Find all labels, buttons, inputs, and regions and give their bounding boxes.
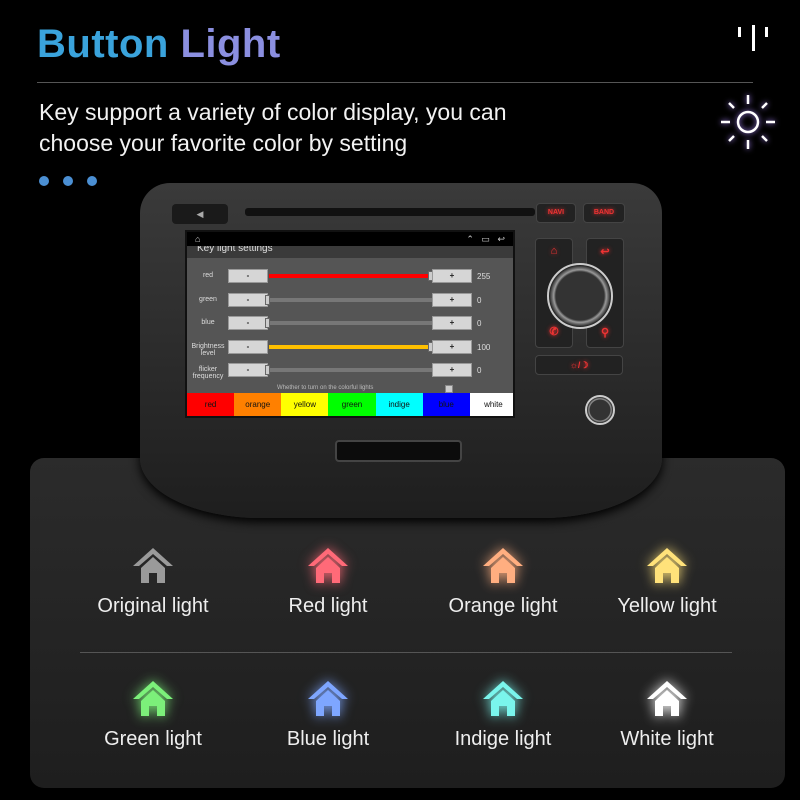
- light-label: Indige light: [454, 728, 552, 750]
- increase-button[interactable]: +: [432, 339, 472, 354]
- setting-value: 255: [477, 272, 491, 281]
- setting-slider[interactable]: [265, 318, 432, 328]
- navi-button[interactable]: NAVI: [536, 203, 576, 223]
- control-knob[interactable]: [547, 263, 613, 329]
- header-divider: [37, 82, 753, 83]
- house-icon: [308, 548, 348, 583]
- setting-row-0: red - + 255: [187, 268, 513, 284]
- light-label: Yellow light: [617, 595, 717, 617]
- setting-slider[interactable]: [265, 294, 432, 305]
- slider-fill: [269, 344, 432, 349]
- house-icon: [647, 548, 687, 583]
- setting-value: 100: [477, 342, 491, 352]
- decrease-button[interactable]: -: [228, 292, 268, 307]
- color-preset-yellow[interactable]: yellow: [281, 393, 329, 416]
- colorful-lights-hint: Whether to turn on the colorful lights: [277, 385, 374, 391]
- decrease-button[interactable]: -: [228, 339, 268, 354]
- color-preset-red[interactable]: red: [187, 393, 235, 416]
- color-presets: red orange yellow green indige blue white: [187, 393, 513, 416]
- light-option: Indige light: [418, 678, 588, 751]
- brand-logo-icon: [738, 25, 768, 51]
- color-preset-green[interactable]: green: [328, 393, 376, 416]
- light-label: Original light: [97, 595, 209, 617]
- setting-label: red: [202, 272, 214, 279]
- house-icon: [647, 681, 687, 716]
- volume-knob[interactable]: [585, 395, 615, 425]
- setting-label: flicker frequency: [192, 366, 224, 380]
- sun-icon: [721, 95, 775, 149]
- light-label: Blue light: [286, 728, 370, 750]
- pagination-dots: [39, 176, 97, 186]
- light-label: Green light: [104, 728, 202, 750]
- color-preset-white[interactable]: white: [469, 393, 513, 416]
- band-button[interactable]: BAND: [583, 203, 625, 223]
- home-icon[interactable]: ⌂: [195, 234, 200, 244]
- screen: ⌂ ⌃ ▭ ↩ Key light settings red - + 255 gre…: [185, 230, 515, 418]
- light-option: Orange light: [418, 545, 588, 618]
- setting-row-3: Brightness level - + 100: [187, 339, 513, 357]
- setting-row-2: blue - + 0: [187, 315, 513, 331]
- house-icon: [483, 681, 523, 716]
- decrease-button[interactable]: -: [228, 269, 268, 283]
- light-option: Red light: [243, 545, 413, 618]
- setting-slider[interactable]: [265, 365, 432, 375]
- setting-slider[interactable]: [269, 271, 433, 281]
- screen-title: Key light settings: [187, 246, 513, 258]
- setting-value: 0: [477, 295, 482, 305]
- light-label: Orange light: [448, 595, 558, 617]
- air-vent: [335, 440, 462, 462]
- setting-row-4: flicker frequency - + 0: [187, 362, 513, 380]
- setting-label: blue: [201, 319, 215, 326]
- decrease-button[interactable]: -: [228, 316, 268, 330]
- increase-button[interactable]: +: [432, 363, 472, 377]
- slider-thumb[interactable]: [265, 318, 270, 328]
- light-option: Original light: [68, 545, 238, 618]
- back-icon[interactable]: ↩: [497, 234, 505, 244]
- color-preset-blue[interactable]: blue: [422, 393, 470, 416]
- color-preset-indige[interactable]: indige: [375, 393, 423, 416]
- mute-button[interactable]: ◀: [172, 204, 228, 224]
- slider-fill: [269, 274, 432, 278]
- lights-divider: [80, 652, 732, 653]
- setting-value: 0: [477, 366, 482, 375]
- house-icon: [133, 548, 173, 583]
- light-option: White light: [582, 678, 752, 751]
- increase-button[interactable]: +: [432, 292, 472, 307]
- setting-row-1: green - + 0: [187, 292, 513, 308]
- setting-label: Brightness level: [191, 342, 225, 357]
- slider-thumb[interactable]: [265, 365, 270, 375]
- house-icon: [483, 548, 523, 583]
- increase-button[interactable]: +: [432, 269, 472, 283]
- status-bar: ⌂ ⌃ ▭ ↩: [187, 232, 513, 246]
- disc-slot: [245, 208, 535, 216]
- house-icon: [133, 681, 173, 716]
- setting-value: 0: [477, 319, 482, 328]
- colorful-lights-checkbox[interactable]: [445, 385, 453, 393]
- decrease-button[interactable]: -: [228, 363, 268, 377]
- light-option: Blue light: [243, 678, 413, 751]
- light-option: Yellow light: [582, 545, 752, 618]
- increase-button[interactable]: +: [432, 316, 472, 330]
- page-title: Button Light: [37, 22, 281, 66]
- color-preset-orange[interactable]: orange: [234, 393, 282, 416]
- house-icon: [308, 681, 348, 716]
- light-label: White light: [620, 728, 714, 750]
- setting-label: green: [199, 295, 217, 303]
- light-option: Green light: [68, 678, 238, 751]
- slider-thumb[interactable]: [265, 294, 270, 305]
- day-night-button[interactable]: ☼/☽: [535, 355, 623, 375]
- light-label: Red light: [288, 595, 368, 617]
- setting-slider[interactable]: [269, 341, 433, 352]
- up-icon[interactable]: ⌃: [466, 234, 474, 244]
- recent-apps-icon[interactable]: ▭: [481, 234, 490, 244]
- subtitle: Key support a variety of color display, …: [39, 99, 507, 156]
